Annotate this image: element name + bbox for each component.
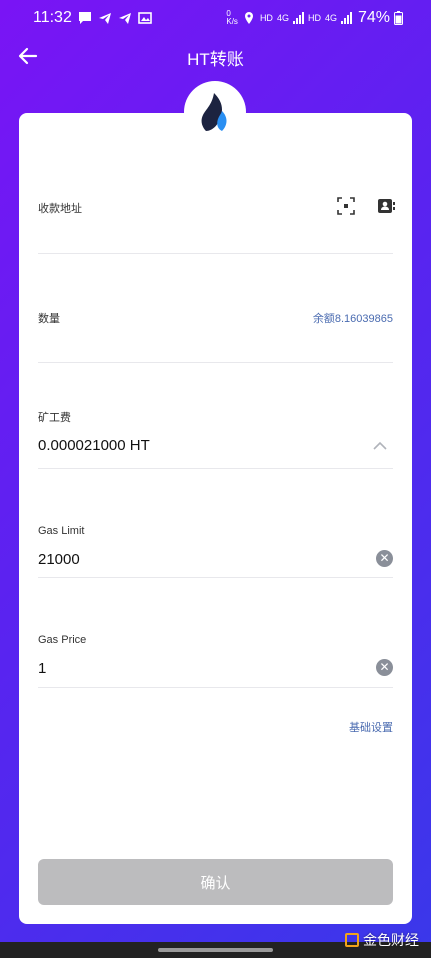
network-speed: 0 K/s (226, 9, 238, 26)
gas-price-input[interactable]: 1 (38, 660, 46, 677)
signal-icon (292, 12, 304, 24)
basic-settings-link[interactable]: 基础设置 (349, 719, 393, 735)
watermark-text: 金色财经 (363, 932, 419, 948)
app-header: HT转账 (0, 36, 431, 76)
gas-limit-input[interactable]: 21000 (38, 551, 80, 568)
message-icon (79, 12, 91, 24)
scan-icon[interactable] (336, 196, 356, 216)
amount-label: 数量 (38, 313, 60, 325)
gas-limit-clear-icon[interactable]: ✕ (376, 550, 393, 567)
image-icon (138, 12, 152, 24)
gas-price-divider (38, 687, 393, 688)
status-right: 0 K/s HD 4G HD 4G 74% (226, 9, 403, 27)
token-logo (184, 81, 246, 143)
signal-icon (340, 12, 352, 24)
address-divider (38, 253, 393, 254)
hd-badge: HD (307, 13, 321, 23)
home-indicator[interactable] (158, 948, 273, 952)
address-label: 收款地址 (38, 203, 82, 215)
gas-price-clear-icon[interactable]: ✕ (376, 659, 393, 676)
amount-divider (38, 362, 393, 363)
gas-price-label: Gas Price (38, 634, 87, 646)
huobi-flame-icon (201, 93, 227, 131)
notification-icons (78, 11, 152, 25)
status-bar: 11:32 0 K/s HD 4G HD 4G 74% (0, 0, 431, 36)
watermark-logo-icon (345, 933, 359, 947)
battery-icon (394, 11, 403, 25)
status-time: 11:32 (33, 9, 72, 26)
telegram-icon (119, 13, 131, 24)
fee-divider (38, 468, 393, 469)
chevron-up-icon[interactable] (372, 440, 388, 452)
lte-badge: 4G (276, 13, 289, 23)
telegram-icon (99, 13, 111, 24)
fee-value: 0.000021000 HT (38, 437, 150, 454)
balance-link[interactable]: 余额8.16039865 (313, 310, 393, 326)
confirm-button[interactable]: 确认 (38, 859, 393, 905)
battery-percent: 74% (357, 9, 390, 26)
fee-label: 矿工费 (38, 412, 71, 424)
location-icon (244, 12, 253, 24)
address-input[interactable] (38, 222, 328, 248)
page-title: HT转账 (187, 50, 244, 69)
amount-input[interactable] (38, 330, 393, 356)
lte-badge: 4G (324, 13, 337, 23)
contacts-icon[interactable] (376, 196, 396, 216)
hd-badge: HD (259, 13, 273, 23)
watermark: 金色财经 (345, 930, 419, 950)
gas-limit-divider (38, 577, 393, 578)
gas-limit-label: Gas Limit (38, 525, 85, 537)
